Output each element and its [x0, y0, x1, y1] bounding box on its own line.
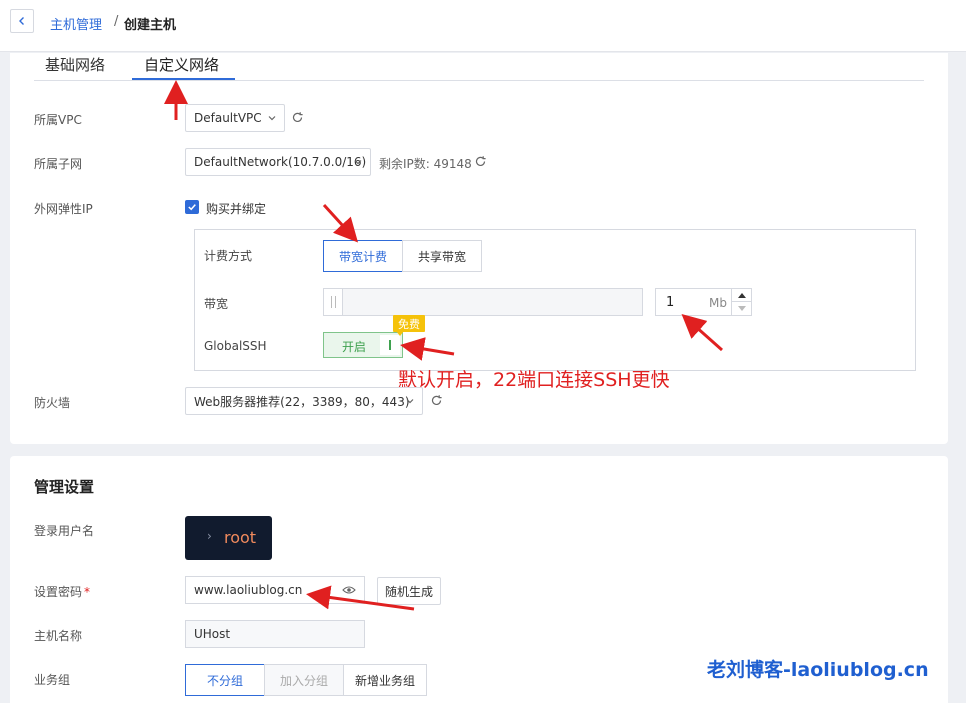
breadcrumb-parent-link[interactable]: 主机管理: [50, 14, 102, 33]
chevron-down-icon: [354, 160, 362, 165]
bandwidth-label: 带宽: [204, 297, 229, 311]
password-label: 设置密码 *: [34, 583, 90, 600]
hostname-label: 主机名称: [34, 629, 83, 643]
globalssh-toggle[interactable]: 开启: [323, 332, 403, 358]
group-option-new[interactable]: 新增业务组: [343, 664, 427, 696]
chevron-right-icon: ›: [207, 529, 212, 543]
subnet-select-value: DefaultNetwork(10.7.0.0/16): [194, 155, 367, 169]
refresh-icon[interactable]: [430, 394, 443, 407]
firewall-select-value: Web服务器推荐(22，3389，80，443): [194, 394, 410, 409]
increment-button[interactable]: [731, 289, 752, 302]
free-badge-tail: [396, 331, 404, 336]
subnet-select[interactable]: DefaultNetwork(10.7.0.0/16): [185, 148, 371, 176]
globalssh-toggle-knob: [380, 335, 400, 355]
firewall-select[interactable]: Web服务器推荐(22，3389，80，443): [185, 387, 423, 415]
refresh-icon[interactable]: [474, 155, 487, 168]
bandwidth-value: 1: [666, 295, 675, 310]
back-button[interactable]: [10, 9, 34, 33]
hostname-input[interactable]: UHost: [185, 620, 365, 648]
billing-option-shared[interactable]: 共享带宽: [402, 240, 482, 272]
required-mark: *: [84, 585, 91, 599]
top-bar: 主机管理 / 创建主机: [0, 0, 966, 52]
caret-up-icon: [738, 292, 746, 298]
billing-option-bandwidth[interactable]: 带宽计费: [323, 240, 403, 272]
vpc-label: 所属VPC: [34, 113, 82, 127]
group-option-none[interactable]: 不分组: [185, 664, 265, 696]
group-option-join[interactable]: 加入分组: [264, 664, 344, 696]
tab-custom-network[interactable]: 自定义网络: [144, 54, 219, 75]
eye-icon[interactable]: [342, 585, 356, 595]
billing-label: 计费方式: [204, 249, 253, 263]
check-icon: [188, 204, 196, 211]
login-user-value: root: [224, 528, 257, 547]
eip-checkbox-label: 购买并绑定: [206, 202, 267, 216]
chevron-down-icon: [406, 399, 414, 404]
password-label-text: 设置密码: [34, 585, 83, 599]
tabs-divider: [34, 80, 924, 81]
eip-checkbox[interactable]: [185, 200, 199, 214]
remaining-ip-text: 剩余IP数: 49148: [379, 157, 472, 171]
page-title: 创建主机: [124, 18, 177, 33]
bandwidth-unit: Mb: [709, 296, 727, 310]
login-user-label: 登录用户名: [34, 524, 95, 538]
chevron-left-icon: [19, 17, 24, 25]
globalssh-toggle-text: 开启: [342, 340, 367, 354]
random-password-button[interactable]: 随机生成: [377, 577, 441, 605]
bandwidth-number-input[interactable]: 1 Mb: [655, 288, 752, 316]
caret-down-icon: [738, 306, 746, 311]
vpc-select-value: DefaultVPC: [194, 111, 262, 125]
bandwidth-slider-track[interactable]: [323, 288, 643, 316]
vpc-select[interactable]: DefaultVPC: [185, 104, 285, 132]
password-input[interactable]: www.laoliublog.cn: [185, 576, 365, 604]
subnet-label: 所属子网: [34, 157, 83, 171]
globalssh-label: GlobalSSH: [204, 339, 267, 353]
section-title: 管理设置: [34, 478, 95, 496]
password-value: www.laoliublog.cn: [194, 583, 303, 597]
firewall-label: 防火墙: [34, 396, 71, 410]
eip-label: 外网弹性IP: [34, 202, 93, 216]
annotation-text: 默认开启，22端口连接SSH更快: [398, 369, 670, 391]
tab-basic-network[interactable]: 基础网络: [45, 54, 105, 75]
bandwidth-slider-handle[interactable]: [323, 288, 343, 316]
refresh-icon[interactable]: [291, 111, 304, 124]
free-badge: 免费: [393, 315, 425, 332]
decrement-button[interactable]: [731, 302, 752, 315]
breadcrumb-separator: /: [114, 14, 119, 29]
hostname-value: UHost: [194, 627, 231, 641]
login-user-display: › root: [185, 516, 272, 560]
chevron-down-icon: [268, 116, 276, 121]
active-tab-indicator: [132, 78, 235, 80]
watermark: 老刘博客-laoliublog.cn: [707, 659, 929, 681]
business-group-label: 业务组: [34, 673, 71, 687]
